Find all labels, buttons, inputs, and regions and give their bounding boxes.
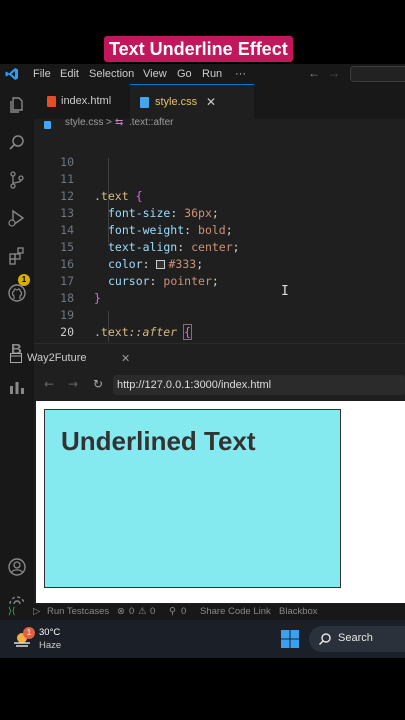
command-center[interactable]: [350, 66, 405, 82]
forward-arrow-icon[interactable]: →: [68, 377, 78, 391]
taskbar-search[interactable]: Search: [309, 626, 405, 652]
vscode-logo-icon: [5, 68, 18, 80]
error-count[interactable]: 0: [129, 606, 134, 617]
video-bottom-bar: [0, 658, 405, 720]
demo-text-box: Underlined Text: [44, 409, 341, 588]
temperature: 30°C: [39, 627, 61, 638]
vscode-window: File Edit Selection View Go Run ··· ← →: [0, 64, 405, 612]
blackbox-status[interactable]: Blackbox: [279, 606, 318, 617]
breadcrumb-file[interactable]: style.css: [65, 117, 103, 128]
weather-badge: 1: [23, 627, 35, 639]
code-line-active: 20 content: '';: [34, 307, 405, 339]
code-line: 18: [34, 273, 405, 305]
extensions-icon[interactable]: [7, 246, 27, 266]
underlined-text[interactable]: Underlined Text: [61, 426, 256, 457]
css-file-icon: [140, 97, 149, 108]
symbol-icon: ⇆: [115, 117, 124, 128]
code-line: 17 }: [34, 256, 405, 305]
menu-view[interactable]: View: [143, 67, 167, 81]
code-line: 11 .text {: [34, 154, 405, 203]
warning-icon: ⚠: [138, 606, 147, 617]
ports-icon: ⚲: [169, 606, 176, 617]
close-icon[interactable]: ✕: [121, 352, 130, 365]
menu-run[interactable]: Run: [202, 67, 222, 81]
weather-condition: Haze: [39, 640, 62, 651]
browser-tab-title[interactable]: Way2Future: [27, 352, 87, 364]
account-icon[interactable]: [7, 557, 27, 577]
video-title-banner: Text Underline Effect: [0, 0, 405, 64]
menu-edit[interactable]: Edit: [60, 67, 79, 81]
code-line: 15 color: #333;: [34, 222, 405, 271]
search-icon[interactable]: [7, 133, 27, 153]
tab-style-css[interactable]: style.css ✕: [130, 84, 254, 119]
run-icon: ▷: [33, 606, 41, 617]
tab-index-html[interactable]: index.html: [34, 84, 130, 119]
activity-bar: 1 B: [0, 84, 34, 612]
run-debug-icon[interactable]: [7, 208, 27, 228]
breadcrumb-symbol[interactable]: .text::after: [129, 117, 173, 128]
windows-taskbar: 1 30°C Haze Search: [0, 620, 405, 658]
remote-icon[interactable]: ⟩⟨: [8, 606, 15, 617]
menu-bar: File Edit Selection View Go Run ··· ← →: [0, 64, 405, 84]
code-line: 12 font-size: 36px;: [34, 171, 405, 220]
code-line: 16 cursor: pointer;: [34, 239, 405, 288]
editor-tabs: index.html style.css ✕: [34, 84, 405, 119]
simple-browser-toolbar: Way2Future ✕ ← → ↻ http://127.0.0.1:3000…: [10, 343, 405, 401]
menu-file[interactable]: File: [33, 67, 51, 81]
back-arrow-icon[interactable]: ←: [44, 377, 54, 391]
code-line: 19 .text::after {: [34, 290, 405, 340]
url-input[interactable]: http://127.0.0.1:3000/index.html: [113, 375, 405, 395]
html-file-icon: [47, 96, 56, 107]
browser-tab-icon: [10, 353, 22, 363]
browser-viewport: Underlined Text: [36, 401, 405, 603]
video-title: Text Underline Effect: [104, 36, 293, 62]
chart-icon[interactable]: [7, 377, 27, 397]
tab-label: index.html: [61, 95, 112, 107]
breadcrumb: style.css > ⇆ .text::after: [34, 115, 405, 133]
ports-count[interactable]: 0: [181, 606, 186, 617]
reload-icon[interactable]: ↻: [93, 377, 103, 391]
run-testcases[interactable]: Run Testcases: [47, 606, 109, 617]
source-control-icon[interactable]: [7, 170, 27, 190]
code-editor[interactable]: 10 11 .text { 12 font-size: 36px; 13 fon…: [34, 136, 405, 342]
search-icon: [318, 633, 331, 646]
error-icon: ⊗: [117, 606, 125, 617]
warning-count[interactable]: 0: [150, 606, 155, 617]
css-file-icon: [44, 121, 51, 129]
back-arrow-icon[interactable]: ←: [308, 66, 320, 80]
share-code-link[interactable]: Share Code Link: [200, 606, 271, 617]
explorer-icon[interactable]: [7, 95, 27, 115]
code-line: 14 text-align: center;: [34, 205, 405, 254]
windows-start-icon[interactable]: [281, 630, 299, 648]
search-label: Search: [338, 632, 373, 644]
menu-go[interactable]: Go: [177, 67, 192, 81]
forward-arrow-icon[interactable]: →: [328, 66, 340, 80]
github-icon[interactable]: [7, 283, 27, 303]
code-line: 13 font-weight: bold;: [34, 188, 405, 237]
status-bar: ⟩⟨ ▷ Run Testcases ⊗ 0 ⚠ 0 ⚲ 0 Share Cod…: [0, 604, 405, 620]
code-line: 10: [34, 137, 405, 169]
code-line: 21 display: block;: [34, 324, 405, 341]
menu-more[interactable]: ···: [235, 67, 246, 81]
menu-selection[interactable]: Selection: [89, 67, 134, 81]
i-beam-cursor-icon: I: [281, 284, 289, 299]
line-number: 21: [34, 341, 74, 342]
breadcrumb-separator: >: [106, 117, 112, 128]
